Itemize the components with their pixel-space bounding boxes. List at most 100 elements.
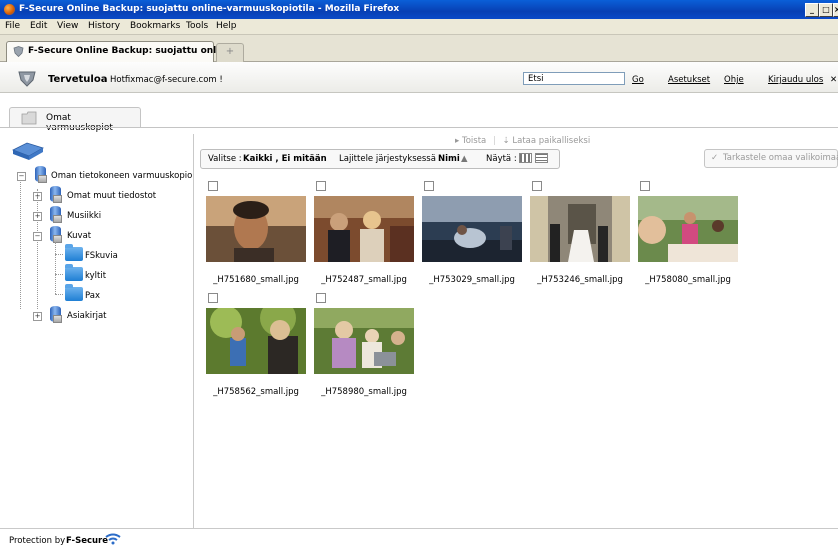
tab-divider bbox=[0, 127, 838, 128]
maximize-button[interactable]: □ bbox=[819, 3, 833, 17]
photo-portrait-man bbox=[206, 196, 306, 262]
tree-item-kyltit[interactable]: kyltit bbox=[85, 271, 106, 281]
tree-expand-item[interactable]: + bbox=[33, 212, 42, 221]
file-name: _H752487_small.jpg bbox=[321, 275, 407, 285]
footer-prefix: Protection by bbox=[9, 536, 66, 546]
download-icon: ⇣ bbox=[502, 136, 510, 146]
file-name: _H753246_small.jpg bbox=[537, 275, 623, 285]
photo-people-cafe bbox=[314, 196, 414, 262]
help-link[interactable]: Ohje bbox=[724, 75, 744, 85]
tree-item-root[interactable]: Oman tietokoneen varmuuskopio bbox=[51, 171, 192, 181]
file-thumbnail[interactable]: _H758980_small.jpg bbox=[312, 290, 416, 397]
close-button[interactable]: × bbox=[833, 3, 838, 17]
photo-couple-dusk bbox=[422, 196, 522, 262]
selection-toolbar: Valitse : Kaikki , Ei mitään Lajittele j… bbox=[200, 149, 560, 169]
tab-my-backups[interactable]: Omat varmuuskopiot bbox=[9, 107, 141, 133]
file-name: _H758080_small.jpg bbox=[645, 275, 731, 285]
list-view-icon[interactable] bbox=[535, 153, 548, 163]
file-checkbox[interactable] bbox=[640, 181, 650, 191]
tree-item-fskuvia[interactable]: FSkuvia bbox=[85, 251, 118, 261]
file-thumbnail[interactable]: _H753246_small.jpg bbox=[528, 178, 632, 285]
file-checkbox[interactable] bbox=[316, 293, 326, 303]
folder-icon bbox=[21, 111, 37, 125]
user-email: Hotfixmac@f-secure.com ! bbox=[110, 75, 223, 85]
browser-tab-title: F-Secure Online Backup: suojattu onl... bbox=[28, 46, 227, 56]
photo-wedding bbox=[530, 196, 630, 262]
menu-bar: File Edit View History Bookmarks Tools H… bbox=[0, 19, 838, 35]
minimize-button[interactable]: _ bbox=[805, 3, 819, 17]
tree-item-documents[interactable]: Asiakirjat bbox=[67, 311, 107, 321]
sort-ascending-icon[interactable]: ▲ bbox=[461, 154, 468, 164]
tree-item-pictures[interactable]: Kuvat bbox=[67, 231, 91, 241]
welcome-text: Tervetuloa bbox=[48, 74, 108, 85]
menu-help[interactable]: Help bbox=[216, 21, 237, 31]
file-thumbnail[interactable]: _H751680_small.jpg bbox=[204, 178, 308, 285]
play-icon: ▸ bbox=[455, 136, 460, 146]
menu-tools[interactable]: Tools bbox=[186, 21, 208, 31]
check-icon: ✓ bbox=[711, 153, 719, 163]
menu-bookmarks[interactable]: Bookmarks bbox=[130, 21, 180, 31]
folder-tree-panel: − Oman tietokoneen varmuuskopio + Omat m… bbox=[7, 134, 194, 528]
window-title: F-Secure Online Backup: suojattu online-… bbox=[19, 4, 400, 14]
file-thumbnail[interactable]: _H758080_small.jpg bbox=[636, 178, 740, 285]
logout-link[interactable]: Kirjaudu ulos bbox=[768, 75, 823, 85]
file-name: _H758980_small.jpg bbox=[321, 387, 407, 397]
folder-icon bbox=[65, 264, 83, 281]
restore-button[interactable]: Toista bbox=[462, 136, 486, 146]
firefox-icon bbox=[4, 4, 15, 15]
new-tab-button[interactable]: + bbox=[216, 43, 244, 62]
fsecure-brand-icon bbox=[105, 533, 121, 545]
go-button[interactable]: Go bbox=[632, 75, 644, 85]
view-selection-button[interactable]: ✓ Tarkastele omaa valikoimaa bbox=[704, 149, 838, 168]
tree-expand-item[interactable]: + bbox=[33, 312, 42, 321]
download-button[interactable]: Lataa paikalliseksi bbox=[512, 136, 590, 146]
thumbnail-view-icon[interactable] bbox=[519, 153, 532, 163]
file-name: _H753029_small.jpg bbox=[429, 275, 515, 285]
page-footer: Protection by F-Secure bbox=[0, 528, 838, 550]
file-name: _H758562_small.jpg bbox=[213, 387, 299, 397]
photo-family-picnic bbox=[638, 196, 738, 262]
photo-family-laptop bbox=[314, 308, 414, 374]
database-icon bbox=[50, 186, 62, 203]
settings-link[interactable]: Asetukset bbox=[668, 75, 710, 85]
tree-collapse-root[interactable]: − bbox=[17, 172, 26, 181]
select-all-none[interactable]: Kaikki , Ei mitään bbox=[243, 154, 327, 164]
database-icon bbox=[50, 306, 62, 323]
file-checkbox[interactable] bbox=[532, 181, 542, 191]
file-checkbox[interactable] bbox=[208, 181, 218, 191]
menu-edit[interactable]: Edit bbox=[30, 21, 47, 31]
file-thumbnail[interactable]: _H753029_small.jpg bbox=[420, 178, 524, 285]
tab-my-backups-label: Omat varmuuskopiot bbox=[46, 113, 113, 133]
computer-backup-icon bbox=[12, 142, 44, 160]
fsecure-logo-icon bbox=[18, 71, 36, 87]
database-icon bbox=[50, 206, 62, 223]
browser-tab-active[interactable]: F-Secure Online Backup: suojattu onl... bbox=[6, 41, 227, 62]
sort-value[interactable]: Nimi bbox=[438, 154, 460, 164]
file-actions: ▸ Toista | ⇣ Lataa paikalliseksi bbox=[455, 136, 591, 146]
folder-icon bbox=[65, 284, 83, 301]
tree-collapse-item[interactable]: − bbox=[33, 232, 42, 241]
file-thumbnail[interactable]: _H758562_small.jpg bbox=[204, 290, 308, 397]
menu-history[interactable]: History bbox=[88, 21, 120, 31]
tree-item-other-files[interactable]: Omat muut tiedostot bbox=[67, 191, 156, 201]
select-label: Valitse : bbox=[208, 154, 242, 164]
photo-mother-child-garden bbox=[206, 308, 306, 374]
file-checkbox[interactable] bbox=[208, 293, 218, 303]
search-input[interactable] bbox=[523, 72, 625, 85]
tree-item-pax[interactable]: Pax bbox=[85, 291, 100, 301]
fsecure-shield-icon bbox=[13, 46, 24, 57]
file-name: _H751680_small.jpg bbox=[213, 275, 299, 285]
sort-label: Lajittele järjestyksessä : bbox=[339, 154, 442, 164]
view-selection-label: Tarkastele omaa valikoimaa bbox=[723, 153, 838, 163]
menu-file[interactable]: File bbox=[5, 21, 20, 31]
show-label: Näytä : bbox=[486, 154, 517, 164]
database-icon bbox=[35, 166, 47, 183]
tree-item-music[interactable]: Musiikki bbox=[67, 211, 101, 221]
file-thumbnail[interactable]: _H752487_small.jpg bbox=[312, 178, 416, 285]
file-checkbox[interactable] bbox=[424, 181, 434, 191]
logout-x-icon[interactable]: ✕ bbox=[830, 75, 837, 85]
footer-brand: F-Secure bbox=[66, 536, 109, 546]
menu-view[interactable]: View bbox=[57, 21, 78, 31]
file-checkbox[interactable] bbox=[316, 181, 326, 191]
folder-icon bbox=[65, 244, 83, 261]
